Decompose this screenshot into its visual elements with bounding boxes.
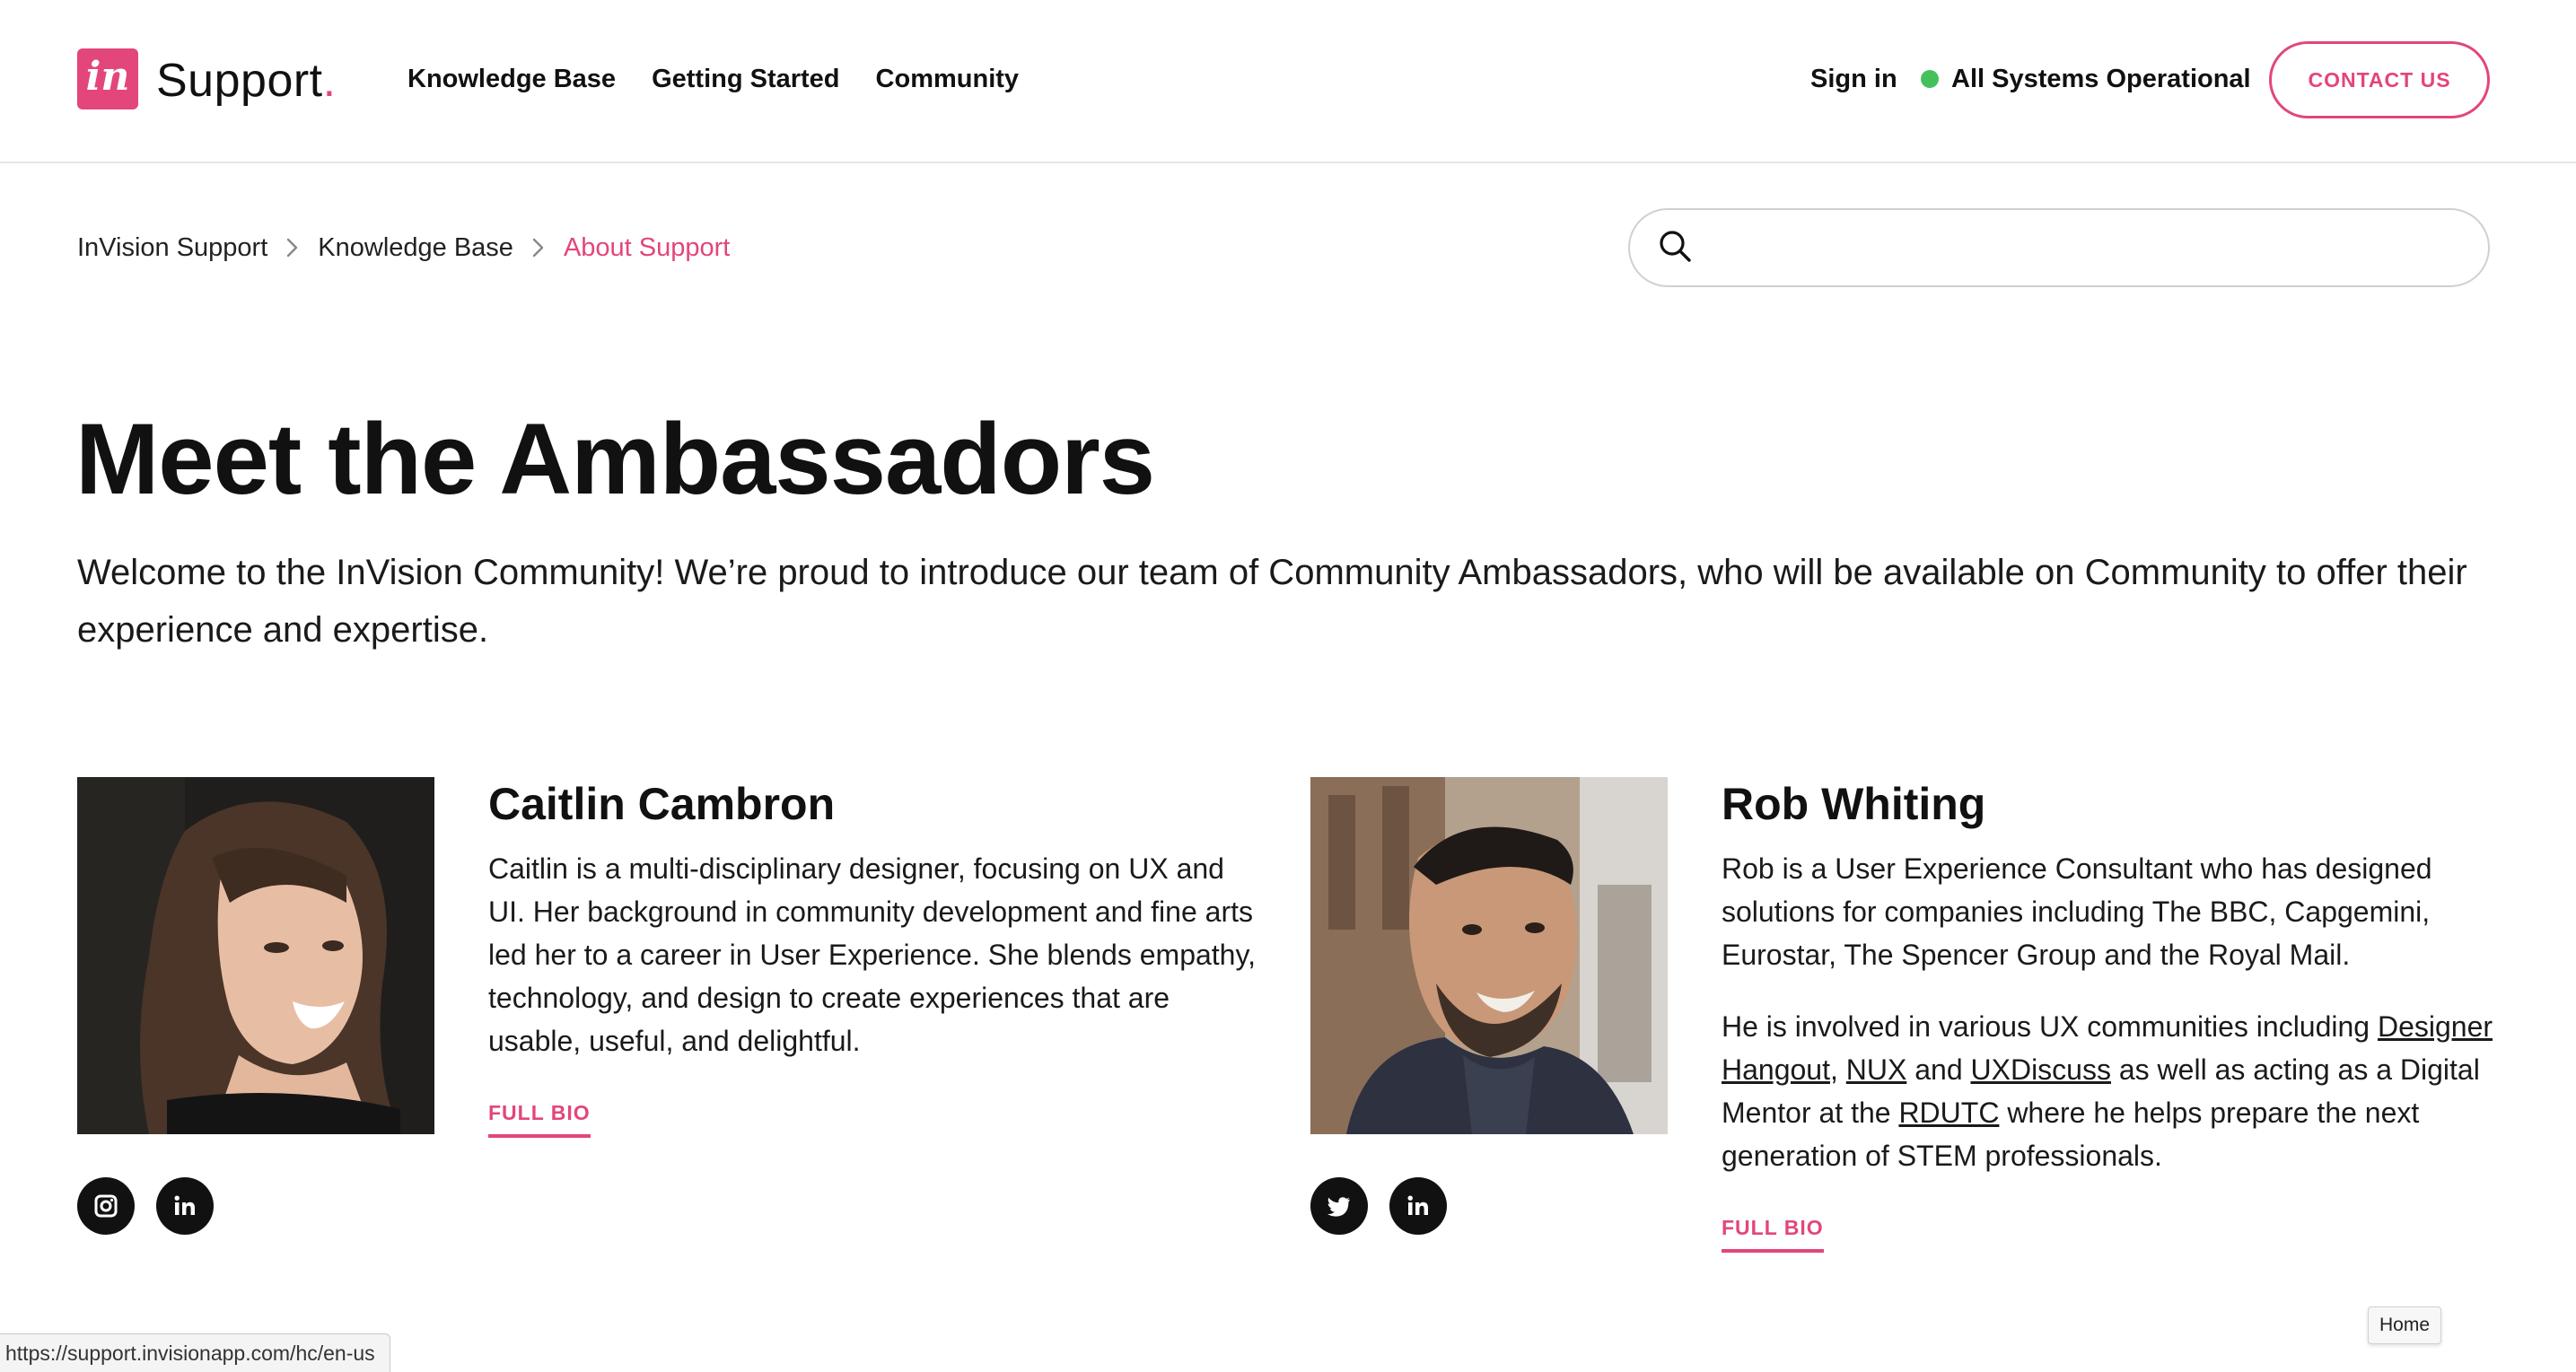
ambassador-photo-caitlin [77, 777, 434, 1134]
ambassador-name: Rob Whiting [1722, 779, 1986, 829]
social-links [1310, 1177, 1447, 1235]
rdutc-link[interactable]: RDUTC [1898, 1097, 1999, 1129]
chevron-right-icon [267, 238, 318, 258]
invision-logo-icon[interactable]: in [77, 48, 138, 109]
bio-text: He is involved in various UX communities… [1722, 1010, 2370, 1043]
page-title: Meet the Ambassadors [75, 403, 1155, 515]
nux-link[interactable]: NUX [1846, 1053, 1907, 1086]
tooltip-home: Home [2368, 1306, 2442, 1344]
ambassador-bio: Rob is a User Experience Consultant who … [1722, 852, 2432, 971]
ambassador-name: Caitlin Cambron [488, 779, 836, 829]
social-links [77, 1177, 214, 1235]
chevron-right-icon [513, 238, 564, 258]
uxdiscuss-link[interactable]: UXDiscuss [1971, 1053, 2111, 1086]
nav-getting-started[interactable]: Getting Started [652, 61, 839, 97]
system-status-link[interactable]: All Systems Operational [1921, 61, 2251, 97]
nav-community[interactable]: Community [876, 61, 1020, 97]
breadcrumb-about-support[interactable]: About Support [564, 230, 730, 266]
bio-comma: , [1829, 1053, 1838, 1086]
search-icon [1657, 228, 1693, 268]
ambassador-bio-communities: He is involved in various UX communities… [1722, 1005, 2493, 1177]
sign-in-link[interactable]: Sign in [1810, 61, 1897, 97]
twitter-icon[interactable] [1310, 1177, 1368, 1235]
site-header: in Support. Knowledge Base Getting Start… [0, 0, 2576, 163]
instagram-icon[interactable] [77, 1177, 135, 1235]
status-text: All Systems Operational [1951, 65, 2251, 93]
breadcrumb-invision-support[interactable]: InVision Support [77, 230, 267, 266]
status-dot-icon [1921, 70, 1939, 88]
ambassador-bio: Caitlin is a multi-disciplinary designer… [488, 852, 1256, 1057]
logo-text[interactable]: Support. [156, 48, 337, 113]
full-bio-link[interactable]: FULL BIO [488, 1100, 591, 1138]
logo-wordmark: Support [156, 55, 323, 107]
ambassador-photo-rob [1310, 777, 1668, 1134]
browser-status-url: https://support.invisionapp.com/hc/en-us [0, 1333, 390, 1372]
nav-knowledge-base[interactable]: Knowledge Base [407, 61, 616, 97]
search-box[interactable] [1628, 208, 2490, 287]
logo-dot: . [322, 55, 337, 107]
breadcrumb: InVision Support Knowledge Base About Su… [77, 230, 730, 266]
bio-text: and [1914, 1053, 1963, 1086]
linkedin-icon[interactable] [1389, 1177, 1447, 1235]
search-input[interactable] [1707, 220, 2488, 275]
full-bio-link[interactable]: FULL BIO [1722, 1215, 1824, 1253]
main-nav: Knowledge Base Getting Started Community [407, 61, 1019, 97]
intro-text: Welcome to the InVision Community! We’re… [77, 553, 2467, 650]
linkedin-icon[interactable] [156, 1177, 214, 1235]
breadcrumb-knowledge-base[interactable]: Knowledge Base [318, 230, 513, 266]
contact-us-button[interactable]: CONTACT US [2269, 41, 2490, 118]
